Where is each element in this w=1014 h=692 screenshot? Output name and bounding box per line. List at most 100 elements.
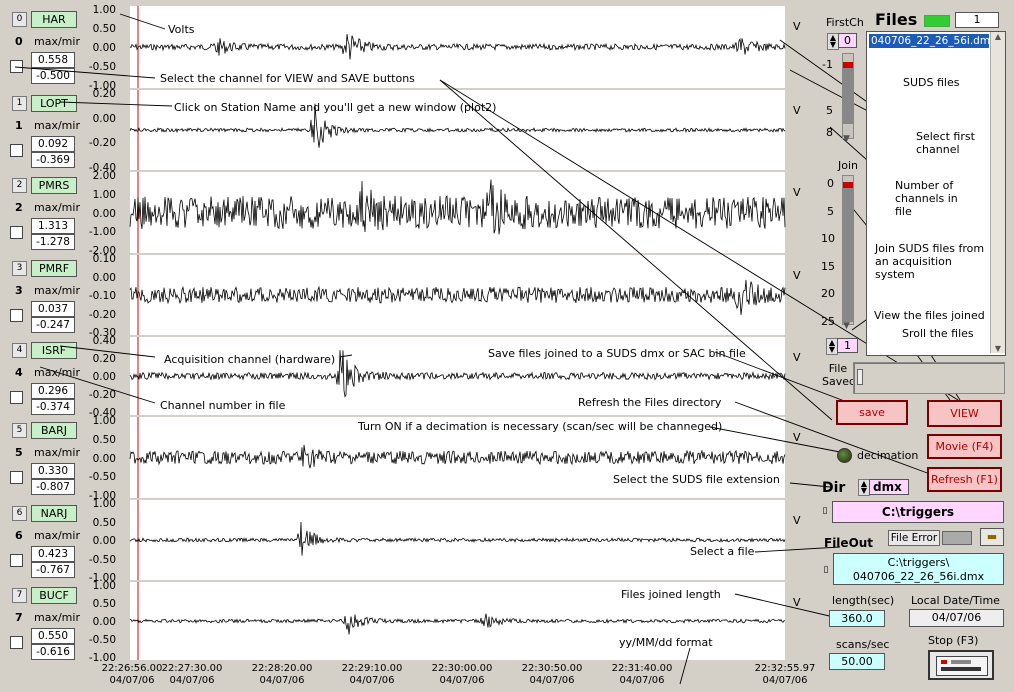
station-name-button[interactable]: BARJ bbox=[31, 422, 77, 439]
y-tick-label: 0.50 bbox=[92, 23, 116, 35]
x-tick-time: 22:30:50.00 bbox=[521, 663, 583, 674]
x-tick-label: 22:30:50.00 04/07/06 bbox=[512, 663, 592, 687]
y-tick-label: 2.00 bbox=[92, 170, 116, 182]
stop-button[interactable] bbox=[928, 650, 994, 680]
min-value: -0.616 bbox=[31, 644, 75, 660]
date-format-note: yy/MM/dd format bbox=[619, 636, 713, 649]
save-button[interactable]: save bbox=[836, 400, 908, 425]
y-tick-label: 0.20 bbox=[92, 88, 116, 100]
stop-panel-icon bbox=[936, 656, 988, 676]
x-tick-label: 22:27:30.00 04/07/06 bbox=[152, 663, 232, 687]
volts-note: Volts bbox=[168, 23, 195, 36]
channel-select-checkbox[interactable] bbox=[10, 60, 23, 73]
path-browse-icon[interactable]: ▯ bbox=[819, 501, 831, 521]
x-tick-time: 22:32:55.97 bbox=[754, 663, 816, 674]
select-file-note: Select a file bbox=[690, 545, 755, 558]
file-saved-indicator-icon bbox=[857, 369, 863, 385]
local-datetime-label: Local Date/Time bbox=[911, 594, 1000, 607]
units-label: V bbox=[793, 20, 801, 33]
dir-label: Dir bbox=[822, 480, 846, 496]
fileout-browse-icon[interactable]: ▯ bbox=[820, 556, 832, 584]
file-error-label: File Error bbox=[888, 530, 940, 546]
firstch-label: FirstCh bbox=[826, 16, 864, 29]
y-tick-label: 0.20 bbox=[92, 353, 116, 365]
fileout-field[interactable]: C:\triggers\ 040706_22_26_56i.dmx bbox=[833, 553, 1004, 585]
file-saved-display bbox=[853, 362, 1005, 394]
save-files-note: Save files joined to a SUDS dmx or SAC b… bbox=[488, 347, 746, 360]
join-scale-1: 5 bbox=[827, 205, 834, 218]
station-name-button[interactable]: BUCF bbox=[31, 587, 77, 604]
max-value: 0.037 bbox=[31, 301, 75, 317]
acq-channel-index: 7 bbox=[12, 588, 27, 603]
file-channel-number: 4 bbox=[15, 366, 23, 379]
decimation-label: decimation bbox=[857, 449, 919, 462]
station-name-button[interactable]: HAR bbox=[31, 11, 77, 28]
min-value: -1.278 bbox=[31, 234, 75, 250]
x-tick-label: 22:29:10.00 04/07/06 bbox=[332, 663, 412, 687]
file-channel-number: 3 bbox=[15, 284, 23, 297]
length-value[interactable]: 360.0 bbox=[829, 610, 885, 627]
channel-panel: 4 ISRF 4 max/min 0.296 -0.374 bbox=[0, 337, 82, 415]
min-value: -0.374 bbox=[31, 399, 75, 415]
scroll-up-icon[interactable]: ▲ bbox=[991, 32, 1005, 41]
station-name-button[interactable]: LOPT bbox=[31, 95, 77, 112]
join-scale-2: 10 bbox=[821, 232, 835, 245]
y-tick-label: 0.00 bbox=[92, 535, 116, 547]
x-tick-date: 04/07/06 bbox=[439, 675, 485, 686]
channel-select-checkbox[interactable] bbox=[10, 471, 23, 484]
station-name-button[interactable]: ISRF bbox=[31, 342, 77, 359]
x-tick-date: 04/07/06 bbox=[169, 675, 215, 686]
firstch-scale-2: 8 bbox=[826, 126, 833, 139]
refresh-button[interactable]: Refresh (F1) bbox=[927, 467, 1002, 492]
decimation-note: Turn ON if a decimation is necessary (sc… bbox=[358, 420, 723, 433]
station-name-button[interactable]: PMRF bbox=[31, 260, 77, 277]
fileout-line2: 040706_22_26_56i.dmx bbox=[852, 570, 985, 583]
firstch-slider-thumb[interactable] bbox=[843, 62, 853, 68]
channel-select-checkbox[interactable] bbox=[10, 554, 23, 567]
x-tick-label: 22:28:20.00 04/07/06 bbox=[242, 663, 322, 687]
join-slider-thumb[interactable] bbox=[843, 182, 853, 188]
y-tick-label: 1.00 bbox=[92, 415, 116, 427]
acq-channel-index: 1 bbox=[12, 96, 27, 111]
view-button[interactable]: VIEW bbox=[927, 400, 1002, 427]
channel-select-checkbox[interactable] bbox=[10, 391, 23, 404]
channel-select-checkbox[interactable] bbox=[10, 144, 23, 157]
firstch-value[interactable]: 0 bbox=[838, 33, 857, 48]
dir-ext-value[interactable]: dmx bbox=[869, 479, 909, 495]
x-tick-time: 22:29:10.00 bbox=[341, 663, 403, 674]
max-value: 0.423 bbox=[31, 546, 75, 562]
min-value: -0.247 bbox=[31, 317, 75, 333]
y-tick-label: 1.00 bbox=[92, 498, 116, 510]
y-tick-label: -0.50 bbox=[88, 553, 116, 566]
file-list-item[interactable]: 040706_22_26_56i.dmx bbox=[869, 34, 996, 48]
join-slider[interactable] bbox=[842, 175, 854, 325]
station-name-button[interactable]: NARJ bbox=[31, 505, 77, 522]
y-tick-label: 1.00 bbox=[92, 580, 116, 592]
files-count: 1 bbox=[955, 12, 999, 28]
min-value: -0.369 bbox=[31, 152, 75, 168]
join-down-arrow-icon: ▼ bbox=[843, 321, 850, 331]
path-input[interactable]: C:\triggers bbox=[832, 501, 1004, 523]
channel-select-checkbox[interactable] bbox=[10, 309, 23, 322]
y-tick-label: -0.10 bbox=[88, 290, 116, 302]
join-value[interactable]: 1 bbox=[837, 338, 858, 353]
files-scrollbar[interactable]: ▲ ▼ bbox=[990, 32, 1005, 353]
scroll-down-icon[interactable]: ▼ bbox=[991, 344, 1005, 353]
open-folder-icon[interactable]: ▬ bbox=[980, 528, 1004, 546]
join-scale-3: 15 bbox=[821, 260, 835, 273]
firstch-slider[interactable] bbox=[842, 53, 854, 139]
units-label: V bbox=[793, 431, 801, 444]
channel-select-checkbox[interactable] bbox=[10, 226, 23, 239]
units-label: V bbox=[793, 269, 801, 282]
decimation-led-toggle[interactable] bbox=[837, 448, 852, 463]
max-value: 0.092 bbox=[31, 136, 75, 152]
station-name-button[interactable]: PMRS bbox=[31, 177, 77, 194]
scans-value[interactable]: 50.00 bbox=[829, 653, 885, 670]
y-tick-label: 0.00 bbox=[92, 616, 116, 628]
firstch-scale-1: 5 bbox=[826, 104, 833, 117]
movie-button[interactable]: Movie (F4) bbox=[927, 434, 1002, 459]
channel-select-checkbox[interactable] bbox=[10, 636, 23, 649]
units-label: V bbox=[793, 104, 801, 117]
y-tick-label: 1.00 bbox=[92, 188, 116, 201]
x-tick-time: 22:31:40.00 bbox=[611, 663, 673, 674]
